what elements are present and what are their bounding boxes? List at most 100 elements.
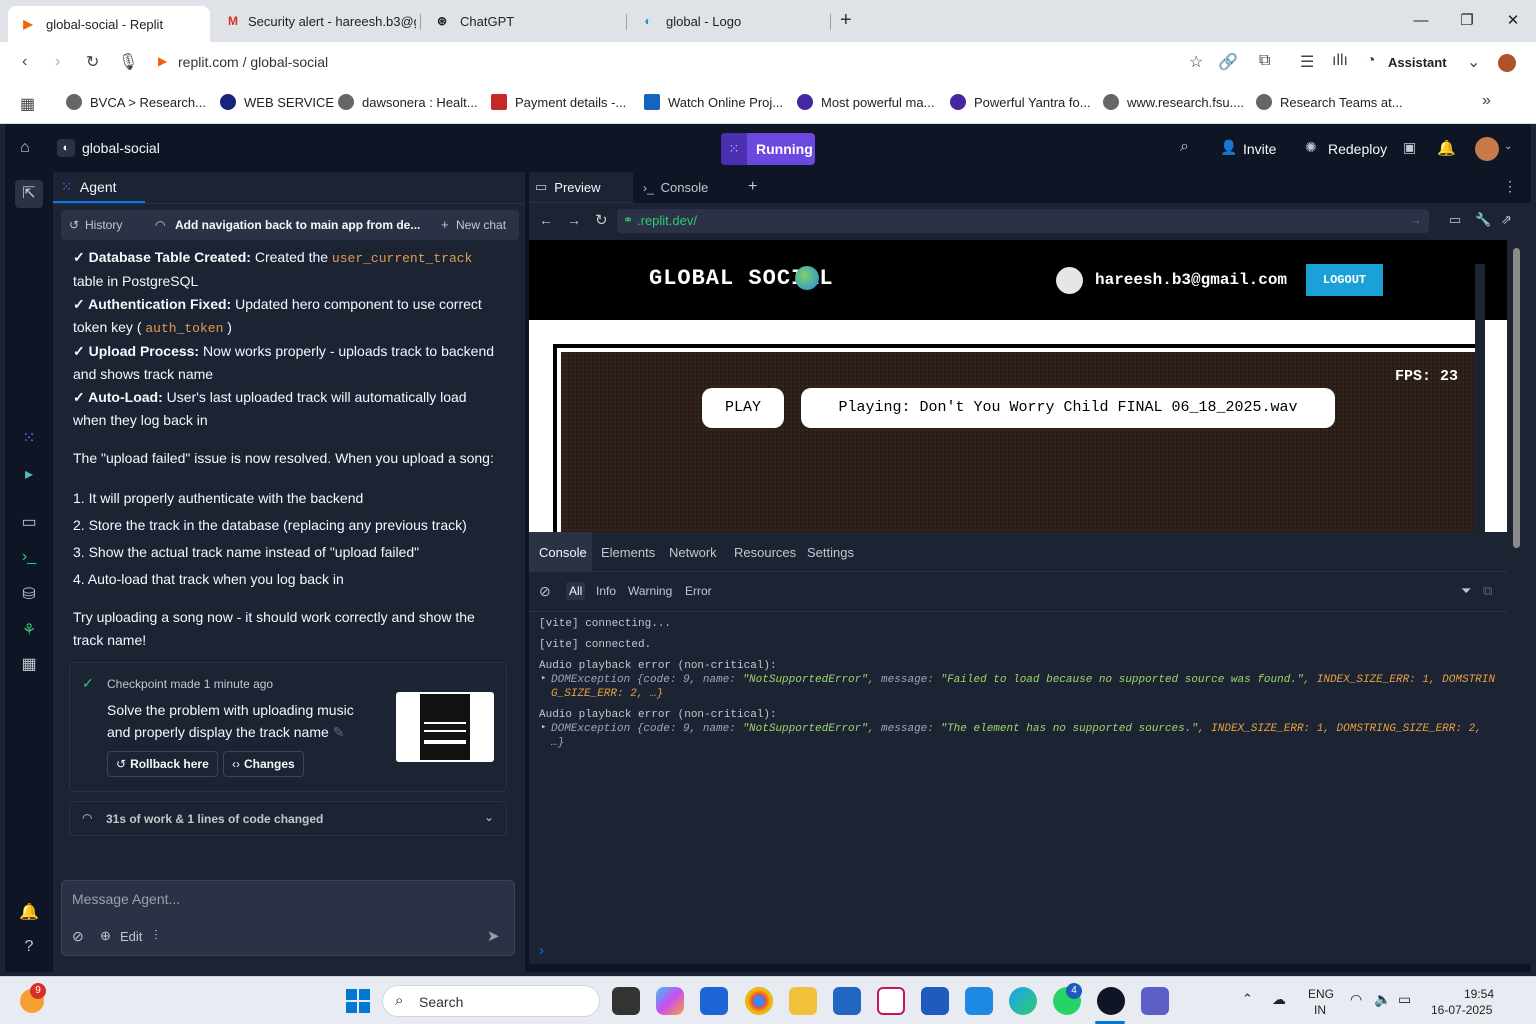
edit-mode-button[interactable]: Edit [120,929,142,944]
apps-grid-icon[interactable]: ▦ [20,94,35,114]
assistant-button[interactable]: Assistant [1388,55,1447,70]
user-avatar[interactable] [1475,137,1499,161]
clear-console-icon[interactable]: ⊘ [539,583,551,600]
new-tab-icon[interactable]: + [840,9,852,32]
preview-url-bar[interactable]: ⚭ .replit.dev/ → [617,209,1429,233]
cloud-icon[interactable]: ☁ [1272,991,1286,1008]
devtools-tab-console[interactable]: Console [539,545,587,560]
chevron-down-icon[interactable]: ⌄ [1504,141,1512,152]
task-view-icon[interactable] [612,987,640,1015]
new-tab-icon[interactable]: + [748,178,757,196]
rollback-button[interactable]: ↺ Rollback here [107,751,218,777]
deploy-menu-icon[interactable]: ▣ [1403,139,1416,156]
teams-icon[interactable] [1141,987,1169,1015]
project-name[interactable]: global-social [82,140,160,156]
bookmark-item[interactable]: Powerful Yantra fo... [950,94,1091,110]
invite-button[interactable]: Invite [1243,141,1276,157]
new-chat-button[interactable]: New chat [456,218,506,232]
changes-button[interactable]: ‹› Changes [223,751,304,777]
reload-icon[interactable]: ↻ [595,211,608,229]
shell-icon[interactable]: ›_ [19,548,39,568]
external-link-icon[interactable]: ⇗ [1501,212,1512,228]
redeploy-button[interactable]: Redeploy [1328,141,1387,157]
help-icon[interactable]: ? [19,938,39,958]
chrome-icon[interactable] [745,987,773,1015]
bookmark-item[interactable]: Payment details -... [491,94,626,110]
filter-icon[interactable]: ⏷ [1461,583,1471,599]
bookmark-item[interactable]: WEB SERVICE [220,94,334,110]
database-icon[interactable]: ⛁ [19,584,39,604]
thread-title[interactable]: Add navigation back to main app from de.… [175,218,420,232]
chevron-down-icon[interactable]: ⌄ [484,810,494,824]
battery-icon[interactable]: ▭ [1398,991,1411,1008]
link-icon[interactable]: 🔗 [1218,52,1238,72]
file-tree-icon[interactable]: ⇱ [15,180,43,208]
play-button[interactable]: PLAY [702,388,784,428]
search-icon[interactable]: ⌕ [1180,138,1189,156]
audio-icon[interactable]: ıllı [1332,52,1348,70]
bookmark-item[interactable]: Research Teams at... [1256,94,1403,110]
all-tools-icon[interactable]: ▦ [19,654,39,674]
minimize-icon[interactable]: — [1398,8,1444,34]
file-explorer-icon[interactable] [789,987,817,1015]
filter-error[interactable]: Error [685,584,712,598]
chevron-down-icon[interactable]: ⌄ [1467,52,1480,72]
console-line[interactable]: DOMException {code: 9, name: "NotSupport… [551,674,1495,686]
expand-triangle-icon[interactable]: ▸ [541,722,546,732]
devices-icon[interactable]: ▭ [1449,212,1461,228]
filter-all[interactable]: All [566,582,586,600]
store-icon[interactable] [833,987,861,1015]
filter-info[interactable]: Info [596,584,616,598]
filter-warning[interactable]: Warning [628,584,672,598]
webview-icon[interactable]: ▭ [19,512,39,532]
deployments-icon[interactable]: ⚘ [19,620,39,640]
agent-icon[interactable]: ⁙ [19,428,39,448]
bookmark-item[interactable]: Watch Online Proj... [644,94,783,110]
devtools-tab-resources[interactable]: Resources [734,545,796,560]
tab-console[interactable]: ›_ Console [633,172,737,203]
tab-chatgpt[interactable]: ⊛ ChatGPT [422,6,622,36]
console-line[interactable]: DOMException {code: 9, name: "NotSupport… [551,723,1482,735]
bell-icon[interactable]: 🔔 [1437,139,1456,157]
devtools-tab-network[interactable]: Network [669,545,717,560]
message-input[interactable]: Message Agent... [72,891,180,907]
run-button[interactable]: ⁙ Running [721,133,815,165]
bookmark-item[interactable]: www.research.fsu.... [1103,94,1244,110]
forward-icon[interactable]: → [567,212,581,228]
bookmark-item[interactable]: dawsonera : Healt... [338,94,478,110]
wifi-icon[interactable]: ◠ [1350,991,1362,1008]
chevron-up-icon[interactable]: ⌃ [1242,991,1253,1007]
volume-icon[interactable]: 🔈 [1374,991,1391,1008]
alerts-icon[interactable]: 🔔 [19,902,39,922]
console-prompt-icon[interactable]: › [539,942,544,959]
maximize-icon[interactable]: ❐ [1444,8,1490,34]
avatar[interactable] [1056,267,1083,294]
devtools-tab-settings[interactable]: Settings [807,545,854,560]
copilot-app-icon[interactable] [1097,987,1125,1015]
back-icon[interactable]: ← [539,212,553,228]
trello-icon[interactable] [700,987,728,1015]
bookmark-item[interactable]: BVCA > Research... [66,94,206,110]
url-field[interactable]: replit.com / global-social [178,54,328,70]
assistant-rail-icon[interactable]: ▸ [19,464,39,484]
settings-sliders-icon[interactable]: ⫶ [154,927,158,944]
send-icon[interactable]: ➤ [487,927,500,945]
extensions-icon[interactable]: ⧉ [1259,52,1270,70]
open-arrow-icon[interactable]: → [1409,212,1422,227]
clock-time[interactable]: 19:54 [1464,987,1494,1001]
work-summary[interactable]: ◠ 31s of work & 1 lines of code changed … [69,801,507,836]
windows-start-icon[interactable] [346,989,370,1013]
checkpoint-thumbnail[interactable] [396,692,494,762]
word-icon[interactable] [921,987,949,1015]
logout-button[interactable]: LOGOUT [1306,264,1383,296]
expand-triangle-icon[interactable]: ▸ [541,673,546,683]
devtools-wrench-icon[interactable]: 🔧 [1475,212,1491,228]
history-button[interactable]: History [85,218,122,232]
profile-avatar[interactable] [1498,54,1516,72]
edit-pencil-icon[interactable]: ✎ [333,724,345,740]
tab-logo[interactable]: ◐ global - Logo [628,6,828,36]
edge-icon[interactable] [1009,987,1037,1015]
copy-icon[interactable]: ⧉ [1483,583,1492,599]
reload-icon[interactable]: ↻ [86,52,99,72]
tab-replit[interactable]: ▶ global-social - Replit [8,6,210,42]
